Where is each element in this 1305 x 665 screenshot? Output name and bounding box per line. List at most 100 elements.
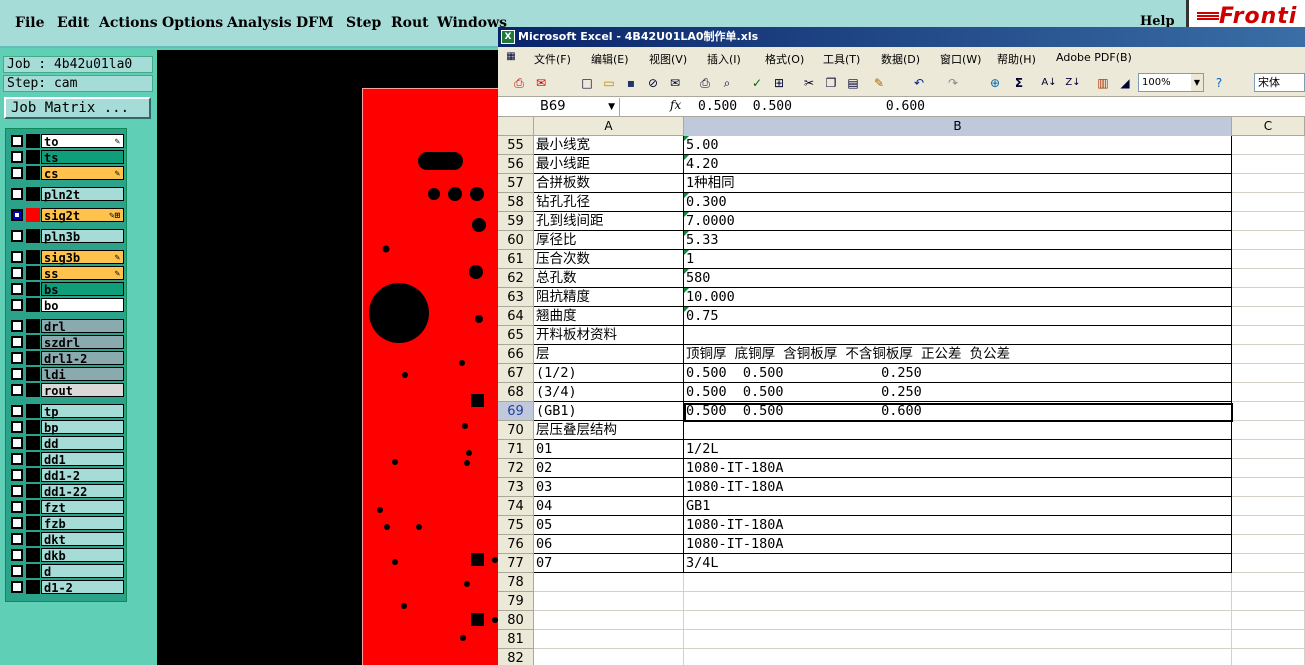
- layer-color-swatch[interactable]: [26, 367, 40, 381]
- excel-menu-tools[interactable]: 工具(T): [823, 51, 860, 67]
- row-header[interactable]: 64: [498, 307, 534, 326]
- layer-name[interactable]: bo: [41, 298, 124, 313]
- row-header[interactable]: 82: [498, 649, 534, 665]
- cell-c[interactable]: [1232, 307, 1305, 326]
- cell-a[interactable]: 01: [534, 440, 684, 459]
- layer-checkbox[interactable]: [11, 283, 23, 295]
- menu-windows[interactable]: Windows: [437, 15, 507, 31]
- spelling-icon[interactable]: ✓: [748, 74, 766, 92]
- layer-color-swatch[interactable]: [26, 187, 40, 201]
- cell-b[interactable]: 3/4L: [684, 554, 1232, 573]
- column-header-a[interactable]: A: [534, 117, 684, 136]
- excel-menu-help[interactable]: 帮助(H): [997, 51, 1036, 67]
- column-header-c[interactable]: C: [1232, 117, 1305, 136]
- fx-icon[interactable]: fx: [670, 98, 681, 112]
- cell-a[interactable]: [534, 573, 684, 592]
- layer-color-swatch[interactable]: [26, 516, 40, 530]
- cell-a[interactable]: (GB1): [534, 402, 684, 421]
- layer-checkbox[interactable]: [11, 368, 23, 380]
- cell-c[interactable]: [1232, 174, 1305, 193]
- layer-color-swatch[interactable]: [26, 335, 40, 349]
- layer-row-sig2t[interactable]: sig2t ✎⊞: [6, 208, 126, 223]
- help-icon[interactable]: ?: [1210, 74, 1228, 92]
- cell-a[interactable]: 06: [534, 535, 684, 554]
- layer-name[interactable]: sig3b ✎: [41, 250, 124, 265]
- paste-icon[interactable]: ▤: [844, 74, 862, 92]
- layer-checkbox[interactable]: [11, 299, 23, 311]
- layer-row-drl[interactable]: drl: [6, 319, 126, 334]
- row-header[interactable]: 62: [498, 269, 534, 288]
- row-header[interactable]: 78: [498, 573, 534, 592]
- layer-checkbox[interactable]: [11, 188, 23, 200]
- row-header[interactable]: 57: [498, 174, 534, 193]
- row-header[interactable]: 60: [498, 231, 534, 250]
- layer-name[interactable]: fzb: [41, 516, 124, 531]
- cell-a[interactable]: 厚径比: [534, 231, 684, 250]
- cell-b[interactable]: [684, 649, 1232, 665]
- cell-c[interactable]: [1232, 421, 1305, 440]
- excel-menu-insert[interactable]: 插入(I): [707, 51, 741, 67]
- layer-name[interactable]: d: [41, 564, 124, 579]
- cell-a[interactable]: 孔到线间距: [534, 212, 684, 231]
- zoom-dropdown[interactable]: 100% ▼: [1138, 73, 1204, 92]
- excel-menu-adobe-pdf[interactable]: Adobe PDF(B): [1056, 51, 1132, 64]
- pdf-convert-icon[interactable]: ⎙: [510, 74, 528, 92]
- cell-a[interactable]: 层: [534, 345, 684, 364]
- row-header[interactable]: 72: [498, 459, 534, 478]
- layer-color-swatch[interactable]: [26, 580, 40, 594]
- cell-c[interactable]: [1232, 516, 1305, 535]
- cell-b[interactable]: [684, 421, 1232, 440]
- cell-a[interactable]: 07: [534, 554, 684, 573]
- cell-b[interactable]: 1: [684, 250, 1232, 269]
- layer-checkbox[interactable]: [11, 469, 23, 481]
- spreadsheet-grid[interactable]: A B C 55 最小线宽 5.00 56 最小线距 4.20 57 合拼板数 1种相同 58 钻孔…: [498, 117, 1305, 665]
- layer-color-swatch[interactable]: [26, 468, 40, 482]
- cell-c[interactable]: [1232, 402, 1305, 421]
- menu-options[interactable]: Options: [162, 15, 223, 31]
- row-header[interactable]: 76: [498, 535, 534, 554]
- cell-b[interactable]: 1/2L: [684, 440, 1232, 459]
- row-header[interactable]: 79: [498, 592, 534, 611]
- undo-icon[interactable]: ↶: [910, 74, 928, 92]
- cell-a[interactable]: [534, 592, 684, 611]
- job-matrix-button[interactable]: Job Matrix ...: [4, 97, 151, 119]
- layer-name[interactable]: szdrl: [41, 335, 124, 350]
- redo-icon[interactable]: ↷: [944, 74, 962, 92]
- row-header[interactable]: 77: [498, 554, 534, 573]
- excel-menu-window[interactable]: 窗口(W): [940, 51, 981, 67]
- layer-row-dd1[interactable]: dd1: [6, 452, 126, 467]
- row-header[interactable]: 68: [498, 383, 534, 402]
- excel-menu-view[interactable]: 视图(V): [649, 51, 687, 67]
- layer-row-rout[interactable]: rout: [6, 383, 126, 398]
- layer-row-dd1-2[interactable]: dd1-2: [6, 468, 126, 483]
- layer-row-d[interactable]: d: [6, 564, 126, 579]
- layer-color-swatch[interactable]: [26, 208, 40, 222]
- layer-color-swatch[interactable]: [26, 298, 40, 312]
- cell-a[interactable]: (1/2): [534, 364, 684, 383]
- row-header[interactable]: 75: [498, 516, 534, 535]
- layer-checkbox[interactable]: [11, 565, 23, 577]
- cell-c[interactable]: [1232, 478, 1305, 497]
- layer-name[interactable]: ss ✎: [41, 266, 124, 281]
- layer-color-swatch[interactable]: [26, 250, 40, 264]
- cell-b[interactable]: 1080-IT-180A: [684, 535, 1232, 554]
- cell-c[interactable]: [1232, 611, 1305, 630]
- layer-color-swatch[interactable]: [26, 532, 40, 546]
- layer-row-pln3b[interactable]: pln3b: [6, 229, 126, 244]
- cell-c[interactable]: [1232, 535, 1305, 554]
- layer-checkbox[interactable]: [11, 581, 23, 593]
- layer-name[interactable]: tp: [41, 404, 124, 419]
- menu-edit[interactable]: Edit: [57, 15, 89, 31]
- cell-a[interactable]: 压合次数: [534, 250, 684, 269]
- cell-c[interactable]: [1232, 383, 1305, 402]
- cell-c[interactable]: [1232, 649, 1305, 665]
- column-header-b[interactable]: B: [684, 117, 1232, 136]
- layer-row-ldi[interactable]: ldi: [6, 367, 126, 382]
- cell-a[interactable]: 02: [534, 459, 684, 478]
- cell-c[interactable]: [1232, 136, 1305, 155]
- cell-c[interactable]: [1232, 345, 1305, 364]
- excel-menu-edit[interactable]: 编辑(E): [591, 51, 629, 67]
- layer-row-ss[interactable]: ss ✎: [6, 266, 126, 281]
- cell-a[interactable]: 开料板材资料: [534, 326, 684, 345]
- layer-checkbox[interactable]: [11, 485, 23, 497]
